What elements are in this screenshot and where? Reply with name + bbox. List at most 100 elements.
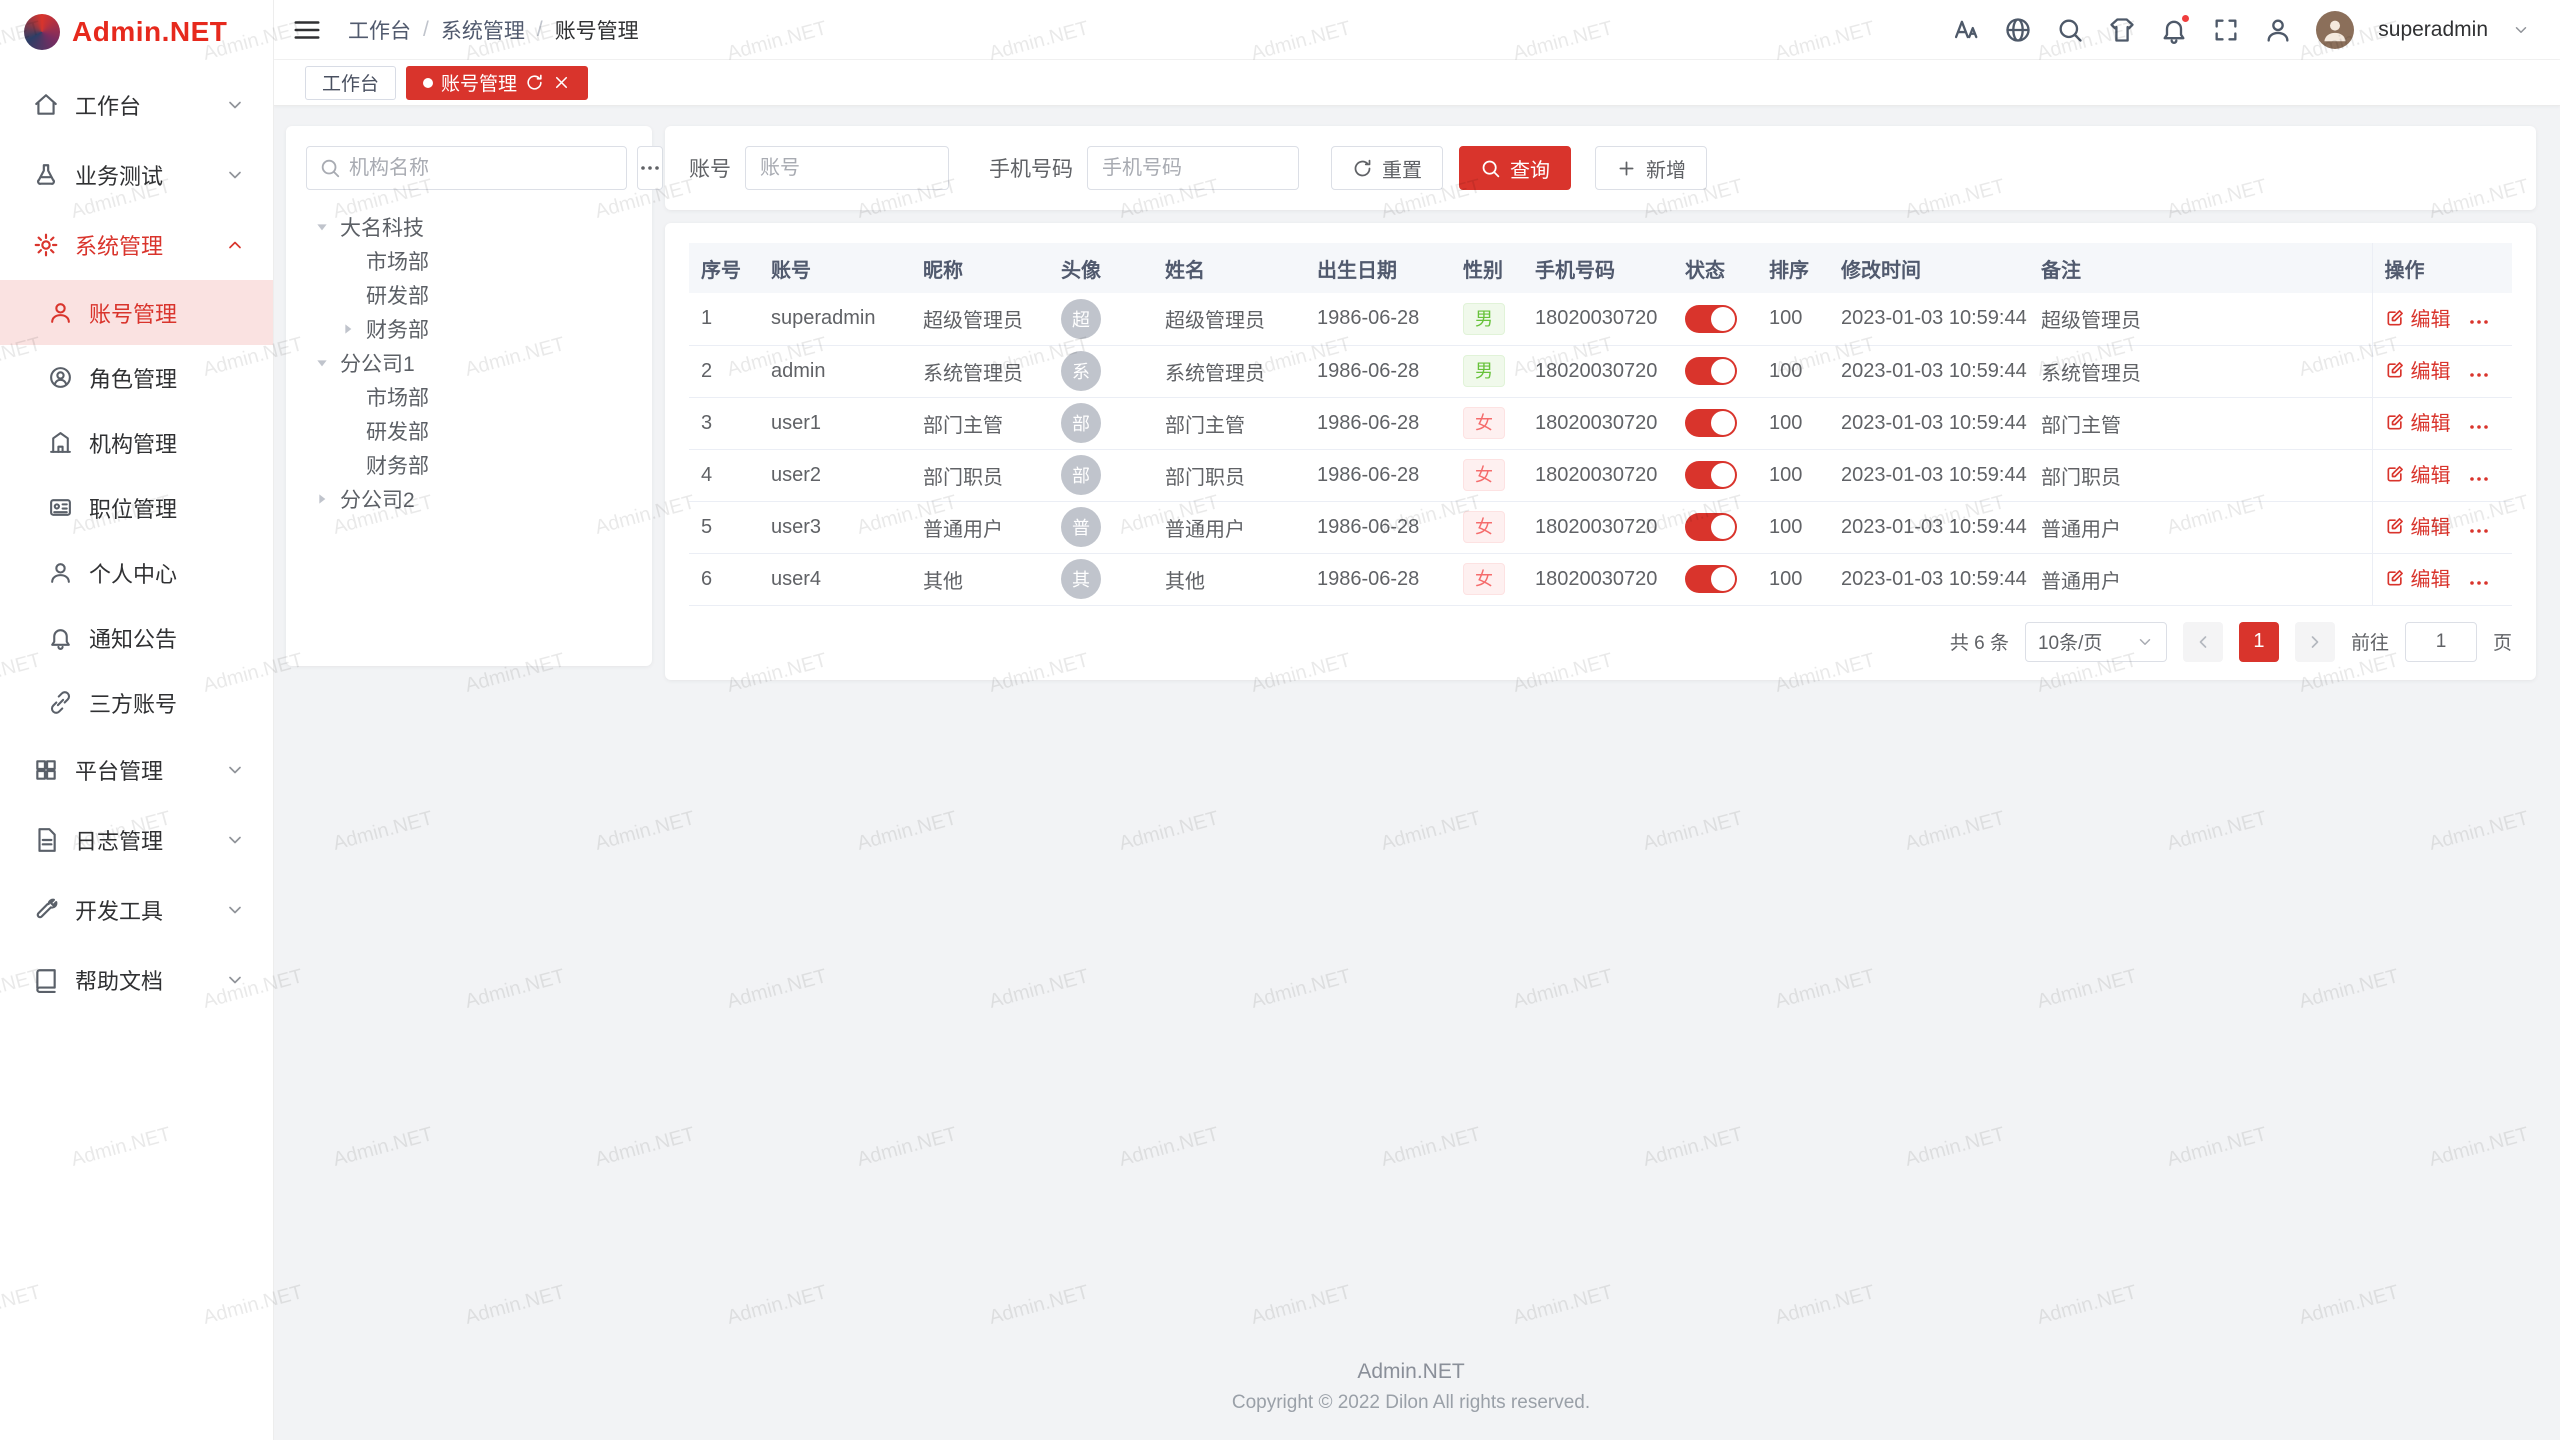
font-size-icon[interactable] [1952,16,1980,44]
sidebar-item-devtools[interactable]: 开发工具 [0,875,273,945]
page-1-button[interactable]: 1 [2239,622,2279,662]
sidebar-item-label: 日志管理 [75,824,163,856]
sidebar-item-label: 平台管理 [75,754,163,786]
caret-down-icon[interactable] [314,353,340,373]
tree-node[interactable]: 研发部 [306,278,632,312]
sidebar-item-platform[interactable]: 平台管理 [0,735,273,805]
status-toggle[interactable] [1685,565,1737,593]
cell-avatar: 其 [1049,553,1153,605]
edit-button[interactable]: 编辑 [2385,563,2451,592]
sidebar-item-system[interactable]: 系统管理 [0,210,273,280]
edit-button[interactable]: 编辑 [2385,355,2451,384]
sidebar-item-business-test[interactable]: 业务测试 [0,140,273,210]
cell-account: user2 [759,449,911,501]
tree-more-button[interactable] [637,146,663,190]
edit-button[interactable]: 编辑 [2385,459,2451,488]
pagination-total: 共 6 条 [1950,628,2009,655]
avatar: 其 [1061,559,1101,599]
breadcrumb-item[interactable]: 系统管理 [441,15,525,45]
sidebar-item-logs[interactable]: 日志管理 [0,805,273,875]
phone-input[interactable] [1087,146,1299,190]
close-icon[interactable] [552,73,571,92]
profile-icon[interactable] [2264,16,2292,44]
tree-node[interactable]: 市场部 [306,244,632,278]
sidebar-item-notice[interactable]: 通知公告 [0,605,273,670]
account-input[interactable] [745,146,949,190]
edit-button[interactable]: 编辑 [2385,407,2451,436]
cell-modified: 2023-01-03 10:59:44 [1829,449,2029,501]
hamburger-icon[interactable] [292,15,322,45]
row-more-button[interactable] [2467,310,2491,334]
tree-node[interactable]: 财务部 [306,448,632,482]
search-button[interactable]: 查询 [1459,146,1571,190]
sidebar-item-profile[interactable]: 个人中心 [0,540,273,605]
status-toggle[interactable] [1685,461,1737,489]
caret-down-icon[interactable] [314,217,340,237]
tree-node[interactable]: 市场部 [306,380,632,414]
page-size-select[interactable]: 10条/页 [2025,622,2167,662]
row-more-button[interactable] [2467,363,2491,387]
edit-button[interactable]: 编辑 [2385,511,2451,540]
tree-node[interactable]: 分公司2 [306,482,632,516]
tree-node[interactable]: 研发部 [306,414,632,448]
search-icon[interactable] [2056,16,2084,44]
cell-modified: 2023-01-03 10:59:44 [1829,501,2029,553]
caret-right-icon[interactable] [340,319,366,339]
fullscreen-icon[interactable] [2212,16,2240,44]
breadcrumb-item[interactable]: 工作台 [348,15,411,45]
status-toggle[interactable] [1685,513,1737,541]
sidebar-item-role[interactable]: 角色管理 [0,345,273,410]
status-toggle[interactable] [1685,357,1737,385]
reset-button-label: 重置 [1382,154,1422,183]
notification-icon[interactable] [2160,16,2188,44]
column-header: 排序 [1757,243,1829,293]
cell-gender: 女 [1451,501,1523,553]
avatar[interactable] [2316,11,2354,49]
sidebar-item-thirdparty[interactable]: 三方账号 [0,670,273,735]
prev-page-button[interactable] [2183,622,2223,662]
row-more-button[interactable] [2467,467,2491,491]
row-more-button[interactable] [2467,571,2491,595]
sidebar-item-help[interactable]: 帮助文档 [0,945,273,1015]
status-toggle[interactable] [1685,305,1737,333]
table-row: 6 user4 其他 其 其他 1986-06-28 女 18020030720… [689,553,2512,605]
page-size-value: 10条/页 [2038,628,2102,655]
next-page-button[interactable] [2295,622,2335,662]
tree-node-label: 分公司1 [340,348,415,378]
doc-icon [33,967,59,993]
row-more-button[interactable] [2467,415,2491,439]
sidebar-item-workbench[interactable]: 工作台 [0,70,273,140]
tab-account[interactable]: 账号管理 [406,66,588,100]
profile-icon [48,560,73,585]
add-button[interactable]: 新增 [1595,146,1707,190]
org-search-input[interactable] [349,157,614,180]
sidebar-item-position[interactable]: 职位管理 [0,475,273,540]
sidebar-item-org[interactable]: 机构管理 [0,410,273,475]
cell-modified: 2023-01-03 10:59:44 [1829,345,2029,397]
status-toggle[interactable] [1685,409,1737,437]
goto-page-input[interactable] [2405,622,2477,662]
column-header: 昵称 [911,243,1049,293]
row-more-button[interactable] [2467,519,2491,543]
chevron-down-icon [225,970,245,990]
username[interactable]: superadmin [2378,18,2488,42]
sidebar-item-label: 通知公告 [89,622,177,654]
refresh-icon[interactable] [525,73,544,92]
edit-button[interactable]: 编辑 [2385,303,2451,332]
breadcrumb-separator: / [423,18,429,42]
tree-node[interactable]: 分公司1 [306,346,632,380]
caret-right-icon[interactable] [314,489,340,509]
position-icon [48,495,73,520]
tree-node[interactable]: 财务部 [306,312,632,346]
tab-workbench[interactable]: 工作台 [305,66,396,100]
cell-birth: 1986-06-28 [1305,293,1451,345]
cell-no: 6 [689,553,759,605]
toggle-knob [1711,515,1735,539]
cell-gender: 男 [1451,293,1523,345]
cell-remark: 超级管理员 [2029,293,2372,345]
tree-node[interactable]: 大名科技 [306,210,632,244]
language-icon[interactable] [2004,16,2032,44]
theme-icon[interactable] [2108,16,2136,44]
reset-button[interactable]: 重置 [1331,146,1443,190]
sidebar-item-account[interactable]: 账号管理 [0,280,273,345]
